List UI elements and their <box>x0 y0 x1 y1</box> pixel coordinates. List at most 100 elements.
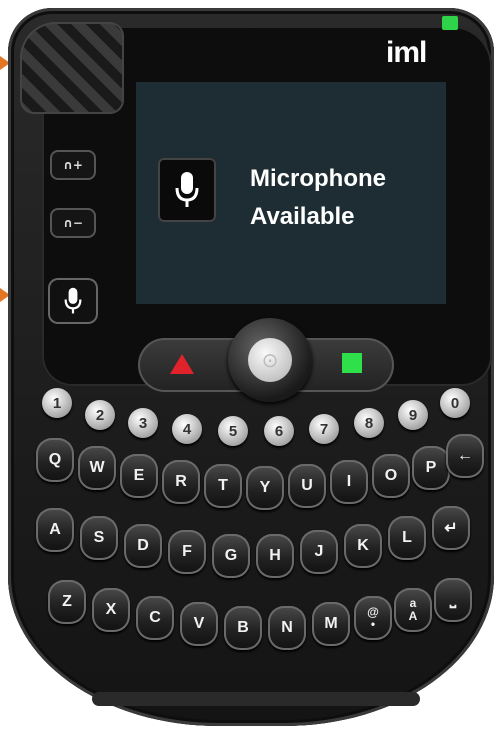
key-label: 2 <box>95 406 105 424</box>
key-label: T <box>218 477 228 494</box>
key-0[interactable]: 0 <box>440 388 470 418</box>
key-label: K <box>357 537 369 554</box>
key-l[interactable]: L <box>388 516 426 560</box>
key-label: R <box>175 473 187 490</box>
key-label: O <box>384 467 398 484</box>
screen-line1: Microphone <box>250 165 386 192</box>
key-m[interactable]: M <box>312 602 350 646</box>
key-label: 5 <box>228 422 238 440</box>
brand-logo: iml <box>386 36 427 69</box>
key-label: B <box>237 619 249 636</box>
key-label: C <box>149 609 161 626</box>
key-4[interactable]: 4 <box>172 414 202 444</box>
key-e[interactable]: E <box>120 454 158 498</box>
key-b[interactable]: B <box>224 606 262 650</box>
key-label: Y <box>259 479 271 496</box>
microphone-button[interactable] <box>48 278 98 324</box>
screen-line2: Available <box>250 203 355 230</box>
key-h[interactable]: H <box>256 534 294 578</box>
key-p[interactable]: P <box>412 446 450 490</box>
joystick-button[interactable]: ⊙ <box>228 318 312 402</box>
key-k[interactable]: K <box>344 524 382 568</box>
backspace-icon: ← <box>457 447 473 464</box>
key-s[interactable]: S <box>80 516 118 560</box>
volume-down-label: ∩− <box>63 216 83 230</box>
key-label: 9 <box>408 406 418 424</box>
key-label: W <box>89 459 105 476</box>
key-o[interactable]: O <box>372 454 410 498</box>
key-2[interactable]: 2 <box>85 400 115 430</box>
key-6[interactable]: 6 <box>264 416 294 446</box>
key-label: M <box>324 615 338 632</box>
key-x[interactable]: X <box>92 588 130 632</box>
key-r[interactable]: R <box>162 460 200 504</box>
key-label: • <box>370 617 376 631</box>
volume-up-label: ∩+ <box>63 158 83 172</box>
key-7[interactable]: 7 <box>309 414 339 444</box>
red-triangle-icon[interactable] <box>170 354 194 374</box>
key-i[interactable]: I <box>330 460 368 504</box>
display-screen: Microphone Available <box>136 82 446 304</box>
key-c[interactable]: C <box>136 596 174 640</box>
bottom-bumper <box>92 692 420 706</box>
key-label: G <box>224 547 238 564</box>
key-label: A <box>408 609 418 623</box>
key-label: S <box>93 529 105 546</box>
volume-down-button[interactable]: ∩− <box>50 208 96 238</box>
screen-message: Microphone Available <box>250 160 386 236</box>
key-9[interactable]: 9 <box>398 400 428 430</box>
joystick-center-icon: ⊙ <box>248 338 292 382</box>
key-t[interactable]: T <box>204 464 242 508</box>
key-3[interactable]: 3 <box>128 408 158 438</box>
key-label: I <box>346 473 352 490</box>
key-shift[interactable]: a A <box>394 588 432 632</box>
key-label: 7 <box>319 420 329 438</box>
key-5[interactable]: 5 <box>218 416 248 446</box>
key-label: X <box>105 601 117 618</box>
key-label: H <box>269 547 281 564</box>
volume-up-button[interactable]: ∩+ <box>50 150 96 180</box>
key-label: L <box>402 529 412 546</box>
key-q[interactable]: Q <box>36 438 74 482</box>
key-j[interactable]: J <box>300 530 338 574</box>
key-label: 3 <box>138 414 148 432</box>
space-icon: ⎵ <box>449 591 457 608</box>
green-square-icon[interactable] <box>342 353 362 373</box>
key-label: 8 <box>364 414 374 432</box>
key-g[interactable]: G <box>212 534 250 578</box>
key-enter[interactable]: ↵ <box>432 506 470 550</box>
key-space[interactable]: ⎵ <box>434 578 472 622</box>
key-label: P <box>425 459 437 476</box>
key-backspace[interactable]: ← <box>446 434 484 478</box>
key-label: J <box>314 543 324 560</box>
key-8[interactable]: 8 <box>354 408 384 438</box>
key-label: E <box>133 467 145 484</box>
key-u[interactable]: U <box>288 464 326 508</box>
key-label: 0 <box>450 394 460 412</box>
key-label: V <box>193 615 205 632</box>
key-1[interactable]: 1 <box>42 388 72 418</box>
key-w[interactable]: W <box>78 446 116 490</box>
key-y[interactable]: Y <box>246 466 284 510</box>
key-label: 1 <box>52 394 62 412</box>
microphone-icon <box>64 287 82 314</box>
key-n[interactable]: N <box>268 606 306 650</box>
power-led <box>442 16 458 30</box>
key-label: F <box>182 543 192 560</box>
key-a[interactable]: A <box>36 508 74 552</box>
key-label: D <box>137 537 149 554</box>
microphone-icon <box>158 158 216 222</box>
key-label: 4 <box>182 420 192 438</box>
key-label: N <box>281 619 293 636</box>
key-label: U <box>301 477 313 494</box>
key-label: Z <box>62 593 72 610</box>
speaker-grill <box>20 22 124 114</box>
key-label: Q <box>48 451 62 468</box>
key-d[interactable]: D <box>124 524 162 568</box>
enter-icon: ↵ <box>444 520 458 537</box>
device-body: iml Microphone Available ∩+ ∩− ⊙ 1 2 3 4… <box>8 8 494 726</box>
key-z[interactable]: Z <box>48 580 86 624</box>
key-f[interactable]: F <box>168 530 206 574</box>
key-v[interactable]: V <box>180 602 218 646</box>
key-at-dot[interactable]: @ • <box>354 596 392 640</box>
